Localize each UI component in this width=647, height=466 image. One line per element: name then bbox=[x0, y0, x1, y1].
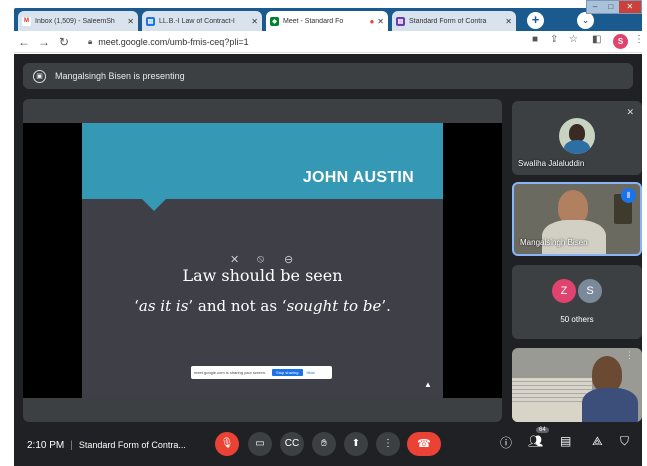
meeting-name: Standard Form of Contra... bbox=[78, 440, 186, 450]
tab-title: Meet - Standard Fo bbox=[283, 17, 344, 25]
gmail-icon: M bbox=[22, 16, 31, 26]
slide-emphasis: sought to be bbox=[286, 297, 382, 315]
participant-name: Mangalsingh Bisen bbox=[520, 238, 588, 247]
profile-avatar[interactable]: S bbox=[613, 34, 628, 49]
info-icon[interactable]: ⓘ bbox=[500, 434, 512, 451]
slide-header-arrow bbox=[142, 199, 166, 211]
forms-icon: ▤ bbox=[396, 16, 405, 26]
side-panel-icon[interactable]: ◧ bbox=[592, 34, 601, 45]
close-tab-icon[interactable]: ✕ bbox=[505, 17, 512, 26]
others-count: 50 others bbox=[560, 315, 594, 324]
back-icon[interactable]: ← bbox=[14, 35, 34, 49]
stop-sharing-button[interactable]: Stop sharing bbox=[272, 369, 303, 376]
url-text: meet.google.com/umb-fmis-ceq?pli=1 bbox=[98, 37, 249, 47]
slide-line-2: ‘as it is’ and not as ‘sought to be’. bbox=[82, 297, 443, 315]
people-count-badge: 64 bbox=[536, 427, 549, 433]
menu-icon[interactable]: ⋮ bbox=[634, 34, 644, 45]
remove-icon[interactable]: ⊖ bbox=[284, 253, 293, 266]
url-field[interactable]: 🔒︎ meet.google.com/umb-fmis-ceq?pli=1 bbox=[88, 35, 249, 49]
present-icon: ▣ bbox=[33, 69, 46, 83]
more-options-button[interactable]: ⋮ bbox=[376, 432, 400, 456]
control-bar: 2:10 PM | Standard Form of Contra... 🎙︎ ▭ … bbox=[14, 426, 642, 466]
mouse-cursor: ▲ bbox=[424, 380, 432, 389]
presenting-banner: ▣ Mangalsingh Bisen is presenting bbox=[23, 63, 633, 89]
tab-meet[interactable]: ◆ Meet - Standard Fo ● ✕ bbox=[266, 11, 388, 31]
tab-title: Standard Form of Contra bbox=[409, 17, 487, 25]
hide-button[interactable]: Hide bbox=[307, 370, 315, 375]
speaking-icon: ⦀ bbox=[621, 188, 636, 203]
mic-off-button[interactable]: 🎙︎ bbox=[215, 432, 239, 456]
tab-title: Inbox (1,509) - SaleemSh bbox=[35, 17, 115, 25]
forward-icon[interactable]: → bbox=[34, 35, 54, 49]
tab-gmail[interactable]: M Inbox (1,509) - SaleemSh ✕ bbox=[18, 11, 138, 31]
slide: JOHN AUSTIN ✕ ⦸ ⊖ Law should be seen ‘as… bbox=[82, 123, 443, 398]
slide-line-1: Law should be seen bbox=[182, 266, 343, 285]
avatar: Z bbox=[552, 279, 576, 303]
close-tab-icon[interactable]: ✕ bbox=[251, 17, 258, 26]
presentation-stage: JOHN AUSTIN ✕ ⦸ ⊖ Law should be seen ‘as… bbox=[23, 99, 502, 422]
browser-window: M Inbox (1,509) - SaleemSh ✕ ▤ LL.B.-I L… bbox=[0, 0, 647, 466]
minimize-button[interactable]: – bbox=[587, 1, 603, 13]
presenting-text: Mangalsingh Bisen is presenting bbox=[55, 71, 185, 81]
pin-icon[interactable]: ✕ bbox=[230, 253, 239, 266]
slide-emphasis: as it is bbox=[138, 297, 189, 315]
close-window-button[interactable]: ✕ bbox=[618, 1, 641, 13]
lock-icon[interactable]: 🔒︎ bbox=[88, 37, 92, 47]
self-view-tile[interactable]: ⋮ bbox=[512, 348, 642, 422]
recording-icon: ● bbox=[369, 16, 375, 26]
tab-standard-form[interactable]: ▤ Standard Form of Contra ✕ bbox=[392, 11, 516, 31]
mute-presenter-icon[interactable]: ⦸ bbox=[257, 253, 264, 266]
raise-hand-button[interactable]: ✋︎ bbox=[312, 432, 336, 456]
participant-name: Swaliha Jalaluddin bbox=[518, 159, 585, 168]
avatar-body bbox=[564, 140, 590, 154]
more-options-icon[interactable]: ⋮ bbox=[625, 350, 634, 361]
self-shirt bbox=[582, 388, 638, 422]
address-bar: ← → ↻ 🔒︎ meet.google.com/umb-fmis-ceq?pl… bbox=[14, 31, 644, 53]
host-controls-icon[interactable]: ⛉ bbox=[620, 434, 629, 449]
window-controls: – □ ✕ bbox=[586, 0, 642, 14]
bookshelf bbox=[512, 378, 592, 422]
slide-header bbox=[82, 123, 443, 199]
slide-text: ’. bbox=[381, 297, 391, 315]
leave-call-button[interactable]: ☎︎ bbox=[407, 432, 441, 456]
participant-tile[interactable]: ✕ Swaliha Jalaluddin bbox=[512, 101, 642, 175]
avatar: S bbox=[578, 279, 602, 303]
tab-law-of-contract[interactable]: ▤ LL.B.-I Law of Contract-I ✕ bbox=[142, 11, 262, 31]
present-button[interactable]: ⬆ bbox=[344, 432, 368, 456]
screen-share: JOHN AUSTIN ✕ ⦸ ⊖ Law should be seen ‘as… bbox=[23, 123, 502, 398]
meeting-info: 2:10 PM | Standard Form of Contra... bbox=[27, 440, 186, 451]
self-face bbox=[592, 356, 622, 392]
reload-icon[interactable]: ↻ bbox=[54, 35, 74, 49]
clock-time: 2:10 PM bbox=[27, 440, 65, 451]
share-icon[interactable]: ⇪ bbox=[550, 34, 558, 45]
camera-button[interactable]: ▭ bbox=[248, 432, 272, 456]
activities-icon[interactable]: ⟁ bbox=[592, 434, 603, 449]
people-icon[interactable]: 👥︎ bbox=[528, 434, 543, 448]
camera-icon[interactable]: ■ bbox=[532, 34, 538, 45]
close-tab-icon[interactable]: ✕ bbox=[377, 17, 384, 26]
avatar bbox=[559, 118, 595, 154]
sharing-notification: meet.google.com is sharing your screen. … bbox=[191, 366, 332, 379]
others-tile[interactable]: Z S 50 others bbox=[512, 265, 642, 339]
bookmark-star-icon[interactable]: ☆ bbox=[569, 34, 578, 45]
tab-strip: M Inbox (1,509) - SaleemSh ✕ ▤ LL.B.-I L… bbox=[14, 8, 642, 31]
slide-title: JOHN AUSTIN bbox=[302, 169, 414, 186]
classroom-icon: ▤ bbox=[146, 16, 155, 26]
tab-title: LL.B.-I Law of Contract-I bbox=[159, 17, 235, 25]
new-tab-button[interactable]: + bbox=[527, 12, 544, 29]
slide-text: ’ and not as ‘ bbox=[188, 297, 287, 315]
participant-tile-speaking[interactable]: ⦀ Mangalsingh Bisen bbox=[512, 182, 642, 256]
close-tab-icon[interactable]: ✕ bbox=[127, 17, 134, 26]
tab-search-button[interactable]: ⌄ bbox=[577, 12, 594, 29]
participant-face bbox=[558, 190, 588, 224]
maximize-button[interactable]: □ bbox=[603, 1, 619, 13]
meet-icon: ◆ bbox=[270, 16, 279, 26]
meet-window: ▣ Mangalsingh Bisen is presenting JOHN A… bbox=[14, 54, 642, 466]
chat-icon[interactable]: ▤ bbox=[560, 434, 571, 448]
captions-button[interactable]: CC bbox=[280, 432, 304, 456]
mic-off-icon: ✕ bbox=[626, 107, 634, 117]
separator: | bbox=[70, 440, 73, 451]
sharing-text: meet.google.com is sharing your screen. bbox=[194, 370, 267, 375]
